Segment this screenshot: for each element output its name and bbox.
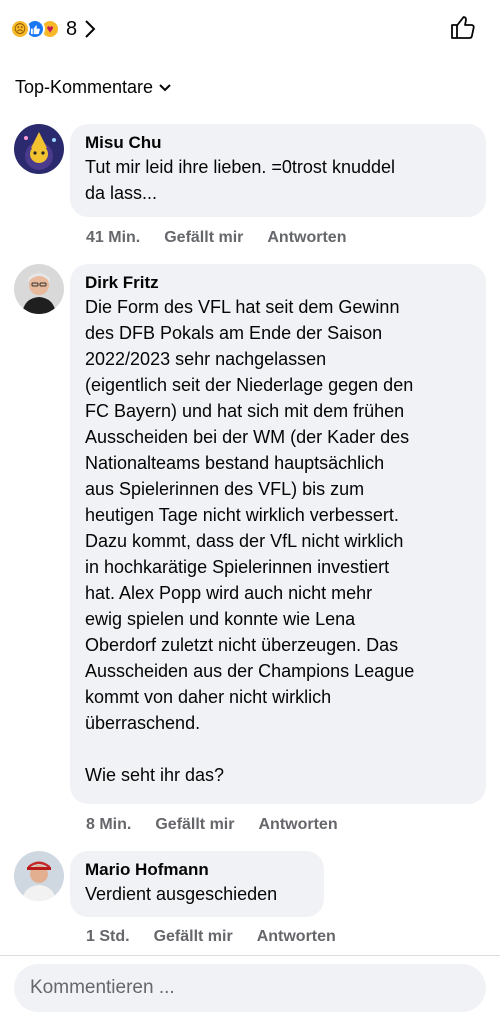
thumbs-up-icon[interactable] <box>450 14 476 40</box>
comment-author[interactable]: Mario Hofmann <box>85 859 310 881</box>
chevron-right-icon <box>85 20 96 38</box>
comment-actions: 41 Min. Gefällt mir Antworten <box>86 229 346 247</box>
comment-bubble: Misu Chu Tut mir leid ihre lieben. =0tro… <box>70 124 486 217</box>
comment-actions: 8 Min. Gefällt mir Antworten <box>86 816 338 834</box>
comment-text: Verdient ausgeschieden <box>85 884 278 904</box>
comment-time: 8 Min. <box>86 816 132 833</box>
comment-input[interactable]: Kommentieren ... <box>14 964 486 1012</box>
sort-dropdown[interactable]: Top-Kommentare <box>15 77 171 98</box>
comment-bubble: Dirk Fritz Die Form des VFL hat seit dem… <box>70 264 486 804</box>
avatar[interactable] <box>14 264 64 314</box>
comments-screen: ☹ ♥ 8 Top-Kommentare Misu Chu Tut mir le… <box>0 0 500 1019</box>
reply-button[interactable]: Antworten <box>267 229 346 247</box>
like-comment-button[interactable]: Gefällt mir <box>155 816 234 834</box>
like-comment-button[interactable]: Gefällt mir <box>154 928 233 946</box>
comment-time: 1 Std. <box>86 928 130 945</box>
comment-time: 41 Min. <box>86 229 141 246</box>
comment-bubble: Mario Hofmann Verdient ausgeschieden <box>70 851 324 917</box>
comment-actions: 1 Std. Gefällt mir Antworten <box>86 928 336 946</box>
comment-input-placeholder: Kommentieren ... <box>30 977 175 998</box>
avatar[interactable] <box>14 851 64 901</box>
reactions-summary[interactable]: ☹ ♥ 8 <box>10 12 97 46</box>
comment-text: Die Form des VFL hat seit dem Gewinn des… <box>85 297 415 785</box>
divider <box>0 955 500 956</box>
chevron-down-icon <box>159 83 171 91</box>
comment-author[interactable]: Misu Chu <box>85 132 472 154</box>
comment-text: Tut mir leid ihre lieben. =0trost knudde… <box>85 157 395 203</box>
sad-reaction-icon: ☹ <box>10 19 30 39</box>
avatar[interactable] <box>14 124 64 174</box>
like-comment-button[interactable]: Gefällt mir <box>164 229 243 247</box>
reply-button[interactable]: Antworten <box>258 816 337 834</box>
reply-button[interactable]: Antworten <box>257 928 336 946</box>
reaction-count: 8 <box>66 17 78 40</box>
comment-author[interactable]: Dirk Fritz <box>85 272 472 294</box>
sort-label: Top-Kommentare <box>15 77 154 97</box>
